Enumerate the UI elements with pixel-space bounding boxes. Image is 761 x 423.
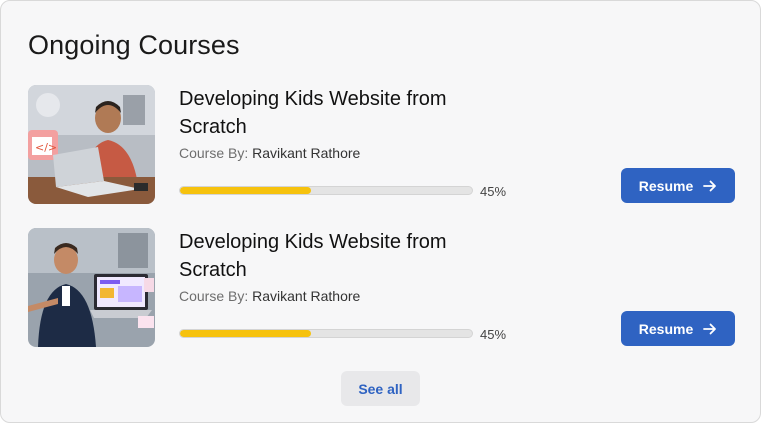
progress-percent: 45% [480,327,507,342]
course-thumbnail[interactable]: </> [28,85,155,204]
section-title: Ongoing Courses [28,30,240,60]
progress-percent: 45% [480,184,507,199]
progress-bar [179,186,473,195]
byline-prefix: Course By: [179,288,249,304]
course-byline: Course By: Ravikant Rathore [179,145,360,161]
course-author: Ravikant Rathore [252,288,361,304]
resume-button[interactable]: Resume [621,311,735,346]
arrow-right-icon [703,180,717,192]
course-item: </> Developing Kids Website from Scratch… [28,85,735,205]
resume-label: Resume [638,177,694,194]
byline-prefix: Course By: [179,145,249,161]
see-all-button[interactable]: See all [341,371,420,406]
progress-fill [180,187,312,194]
presenter-with-laptop-image [28,228,155,347]
course-item: Developing Kids Website from Scratch Cou… [28,228,735,348]
person-with-laptop-image: </> [28,85,155,204]
resume-button[interactable]: Resume [621,168,735,203]
svg-text:</>: </> [35,141,57,154]
progress-fill [180,330,312,337]
ongoing-courses-card: Ongoing Courses </> Developing Kids Webs… [0,0,761,423]
course-thumbnail[interactable] [28,228,155,347]
course-byline: Course By: Ravikant Rathore [179,288,360,304]
progress-bar [179,329,473,338]
course-author: Ravikant Rathore [252,145,361,161]
course-title[interactable]: Developing Kids Website from Scratch [179,228,519,284]
resume-label: Resume [638,320,694,337]
arrow-right-icon [703,323,717,335]
course-title[interactable]: Developing Kids Website from Scratch [179,85,519,141]
